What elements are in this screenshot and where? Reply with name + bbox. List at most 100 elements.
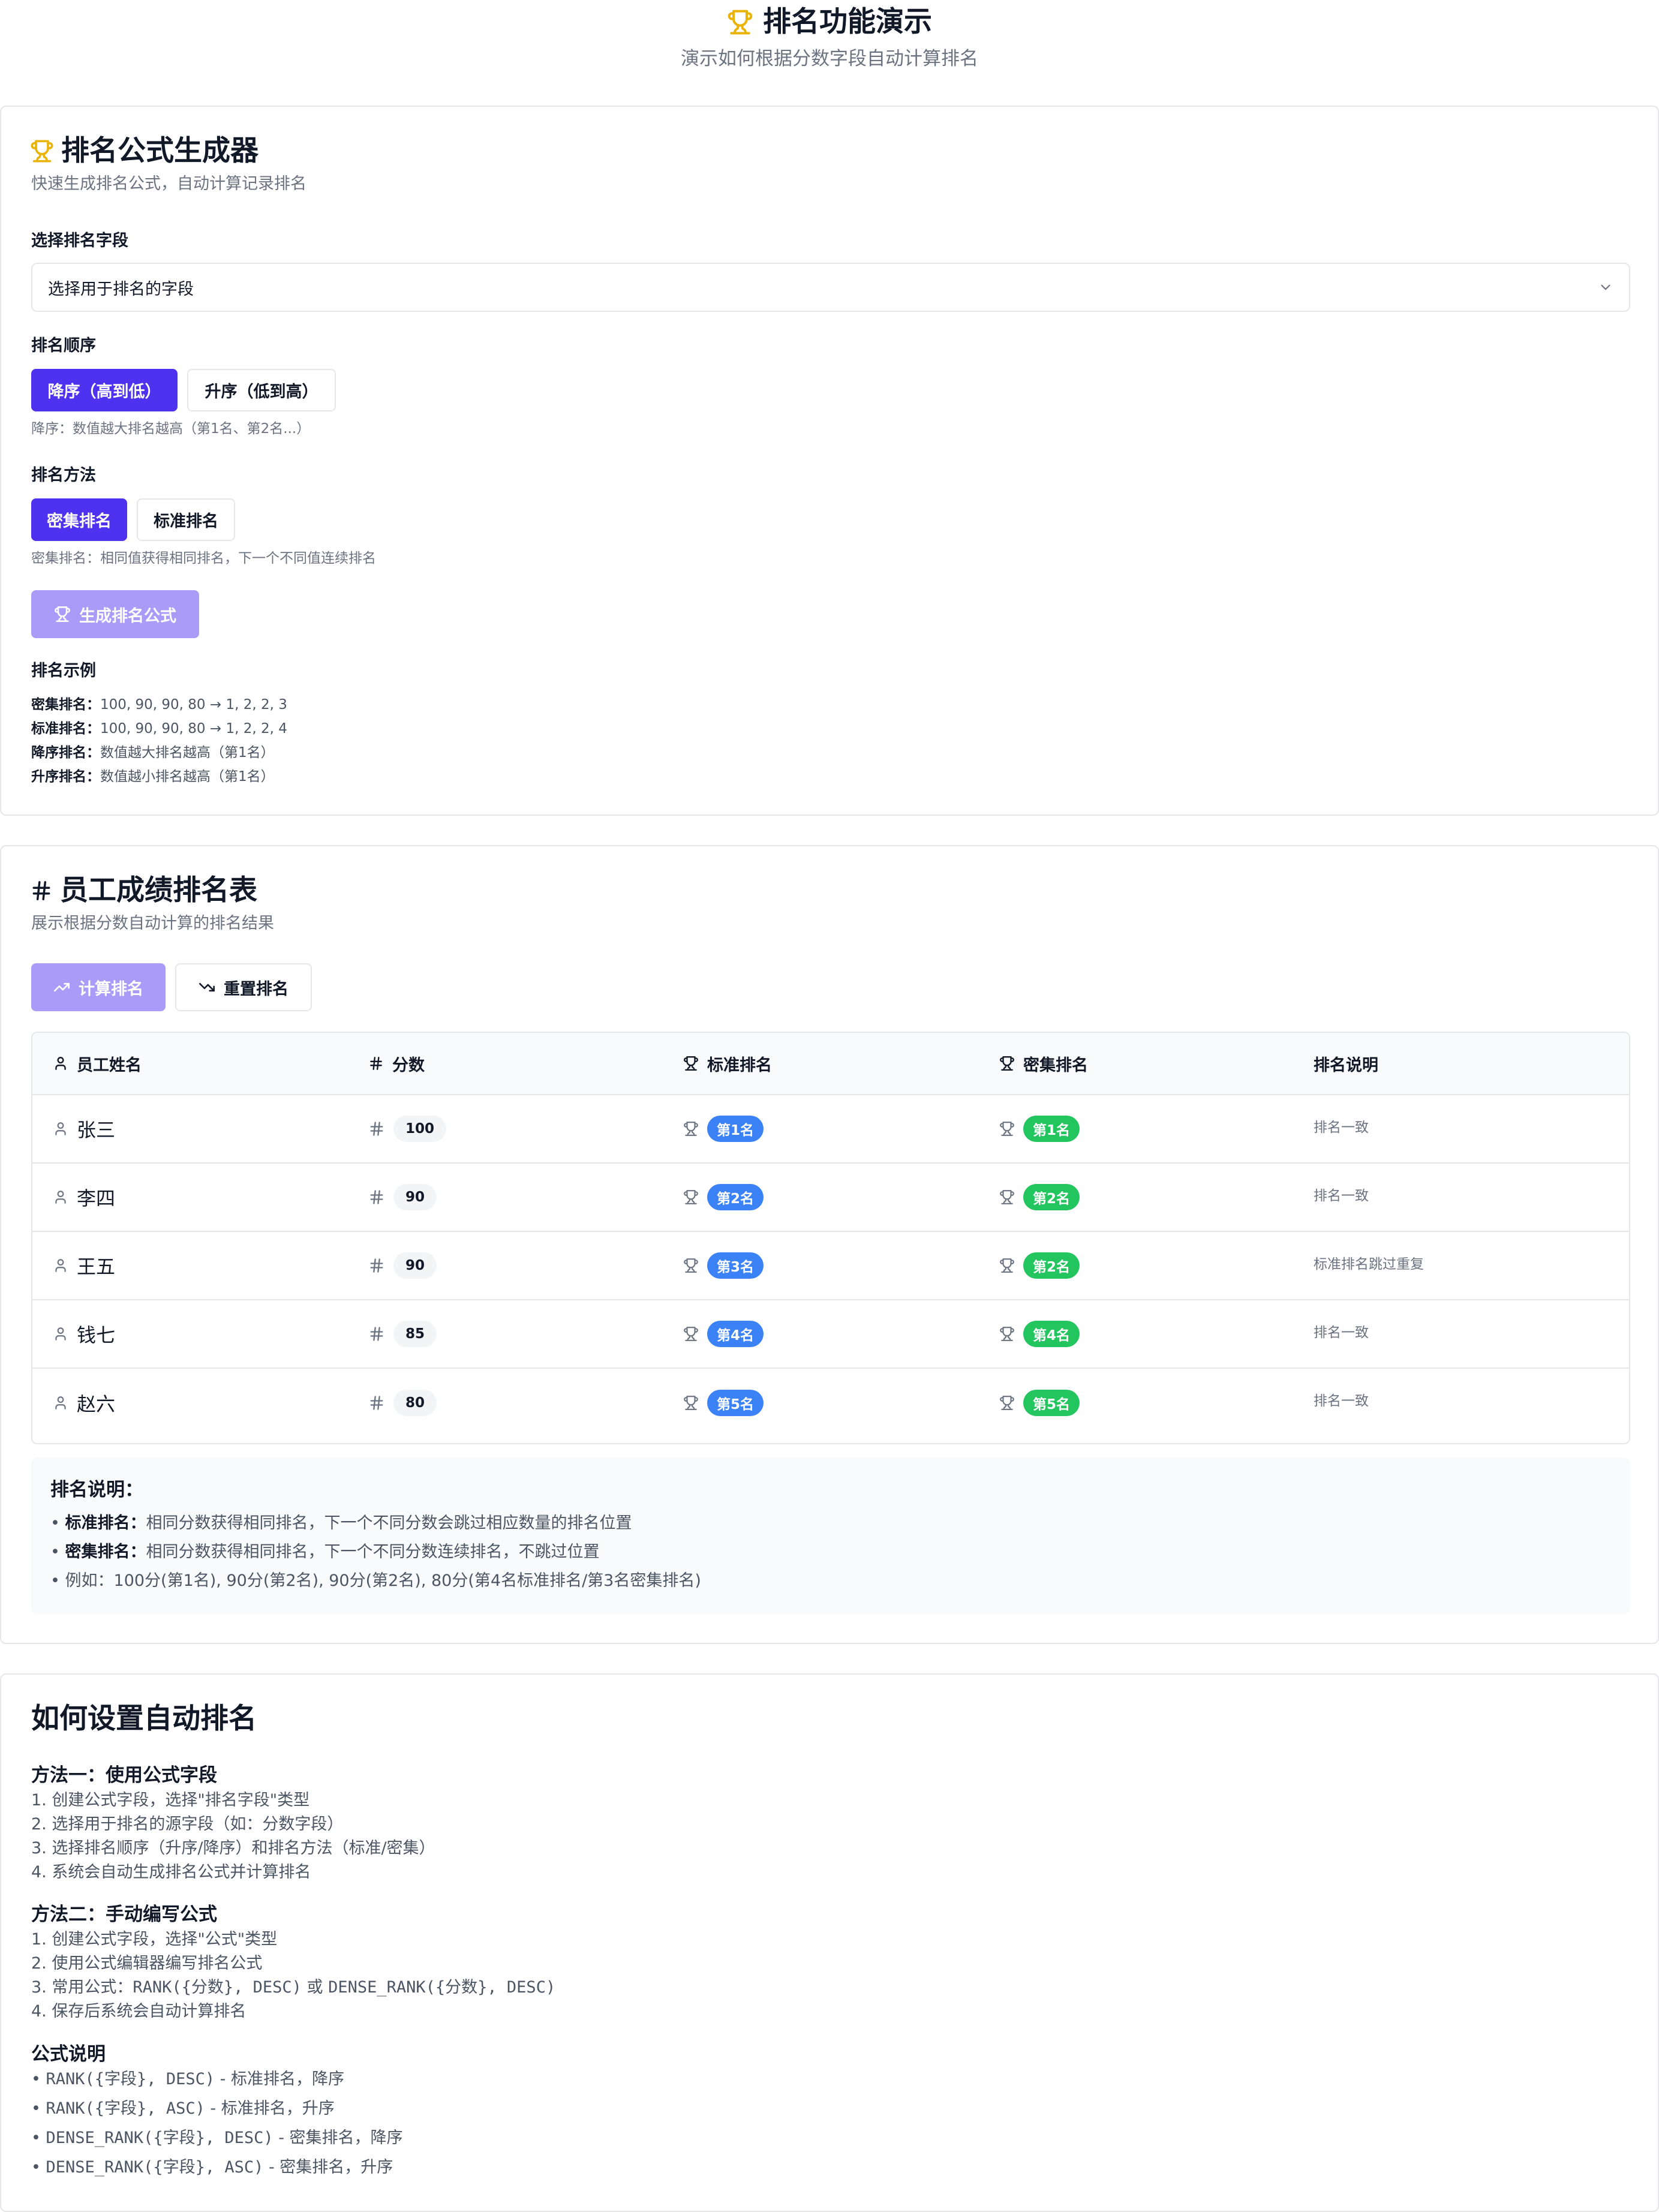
trophy-icon [684, 1190, 698, 1204]
employee-name: 赵六 [77, 1393, 116, 1415]
score-cell: 100 [368, 1095, 447, 1162]
rank-field-select[interactable]: 选择用于排名的字段 [31, 263, 1630, 312]
column-header-standard-rank: 标准排名 [683, 1033, 772, 1094]
score-cell: 90 [368, 1232, 437, 1299]
trophy-icon [1000, 1258, 1014, 1273]
order-desc-button[interactable]: 降序（高到低） [31, 369, 178, 411]
table-row: 赵六 80 第5名 第5名 排名一致 [32, 1369, 1629, 1437]
user-icon [55, 1327, 66, 1341]
trophy-icon [684, 1327, 698, 1341]
reset-rank-button[interactable]: 重置排名 [175, 963, 312, 1011]
trophy-icon [728, 10, 753, 35]
ranking-explanation: 排名说明： • 标准排名：相同分数获得相同排名，下一个不同分数会跳过相应数量的排… [31, 1457, 1630, 1615]
hash-icon [370, 1190, 383, 1204]
order-asc-button[interactable]: 升序（低到高） [187, 369, 336, 411]
formula-code: DENSE_RANK({分数}, DESC) [328, 1978, 556, 1997]
method-dense-button[interactable]: 密集排名 [31, 498, 127, 541]
method1-steps: 1. 创建公式字段，选择"排名字段"类型 2. 选择用于排名的源字段（如：分数字… [31, 1789, 435, 1885]
table-row: 钱七 85 第4名 第4名 排名一致 [32, 1300, 1629, 1369]
table-row: 李四 90 第2名 第2名 排名一致 [32, 1164, 1629, 1232]
page-title: 排名功能演示 [727, 2, 932, 42]
table-row: 王五 90 第3名 第2名 标准排名跳过重复 [32, 1232, 1629, 1300]
chevron-down-icon [1601, 284, 1610, 290]
howto-title: 如何设置自动排名 [31, 1702, 257, 1735]
employee-name: 张三 [77, 1119, 116, 1141]
standard-rank-badge: 第5名 [707, 1390, 764, 1416]
example-key: 密集排名： [31, 697, 100, 713]
dense-rank-cell: 第2名 [999, 1232, 1080, 1299]
dense-rank-cell: 第2名 [999, 1164, 1080, 1231]
user-icon [55, 1057, 66, 1070]
employee-name-cell: 张三 [53, 1095, 115, 1162]
column-header-label: 员工姓名 [77, 1056, 142, 1075]
example-text: 数值越小排名越高（第1名） [100, 769, 275, 785]
dense-rank-badge: 第4名 [1023, 1321, 1080, 1347]
formula-code: DENSE_RANK({字段}, ASC) [46, 2158, 264, 2177]
trophy-icon [55, 606, 70, 622]
column-header-score: 分数 [368, 1033, 425, 1094]
standard-rank-cell: 第5名 [683, 1369, 764, 1437]
employee-name-cell: 王五 [53, 1232, 115, 1299]
score-badge: 90 [393, 1184, 437, 1210]
hash-icon [370, 1396, 383, 1410]
example-item: 标准排名：100, 90, 90, 80 → 1, 2, 2, 4 [31, 717, 287, 741]
example-item: 密集排名：100, 90, 90, 80 → 1, 2, 2, 3 [31, 693, 287, 717]
page-title-text: 排名功能演示 [763, 5, 932, 38]
example-text: 100, 90, 90, 80 → 1, 2, 2, 4 [100, 721, 287, 737]
trophy-icon [684, 1258, 698, 1273]
explanation-text: 相同分数获得相同排名，下一个不同分数连续排名，不跳过位置 [146, 1543, 600, 1561]
method-standard-button[interactable]: 标准排名 [137, 498, 235, 541]
method2-steps: 1. 创建公式字段，选择"公式"类型 2. 使用公式编辑器编写排名公式 3. 常… [31, 1928, 555, 2024]
rank-note: 排名一致 [1314, 1325, 1369, 1341]
example-key: 标准排名： [31, 721, 100, 737]
generator-title-text: 排名公式生成器 [61, 134, 259, 167]
step-item: 3. 常用公式：RANK({分数}, DESC) 或 DENSE_RANK({分… [31, 1976, 555, 2000]
step-item: 3. 选择排名顺序（升序/降序）和排名方法（标准/密集） [31, 1839, 435, 1858]
example-key: 降序排名： [31, 745, 100, 761]
formula-code: RANK({分数}, DESC) [133, 1978, 302, 1997]
formula-desc: - 密集排名，降序 [273, 2129, 403, 2147]
column-header-label: 密集排名 [1023, 1056, 1088, 1075]
column-header-note: 排名说明 [1314, 1033, 1378, 1094]
example-item: 降序排名：数值越大排名越高（第1名） [31, 741, 287, 765]
bullet: • [50, 1543, 65, 1561]
trophy-icon [684, 1396, 698, 1410]
trophy-icon [1000, 1396, 1014, 1410]
employee-name: 钱七 [77, 1324, 116, 1347]
trending-down-icon [199, 982, 215, 992]
examples-list: 密集排名：100, 90, 90, 80 → 1, 2, 2, 3 标准排名：1… [31, 693, 287, 789]
standard-rank-badge: 第3名 [707, 1252, 764, 1279]
trending-up-icon [54, 982, 70, 992]
dense-rank-cell: 第1名 [999, 1095, 1080, 1162]
rank-formula-generator-card: 排名公式生成器 快速生成排名公式，自动计算记录排名 选择排名字段 选择用于排名的… [0, 106, 1659, 816]
hash-icon [370, 1057, 382, 1070]
order-hint: 降序：数值越大排名越高（第1名、第2名...） [31, 421, 311, 437]
trophy-icon [684, 1056, 698, 1071]
column-header-name: 员工姓名 [53, 1033, 142, 1094]
explanation-text: 相同分数获得相同排名，下一个不同分数会跳过相应数量的排名位置 [146, 1514, 632, 1532]
hash-icon [32, 881, 50, 900]
step-item: 2. 使用公式编辑器编写排名公式 [31, 1954, 263, 1973]
rank-field-label: 选择排名字段 [31, 232, 128, 250]
trophy-icon [1000, 1327, 1014, 1341]
step-prefix: 3. 常用公式： [31, 1978, 133, 1997]
howto-card: 如何设置自动排名 方法一：使用公式字段 1. 创建公式字段，选择"排名字段"类型… [0, 1673, 1659, 2212]
formula-list: • RANK({字段}, DESC) - 标准排名，降序 • RANK({字段}… [31, 2064, 403, 2182]
dense-rank-cell: 第4名 [999, 1300, 1080, 1368]
ranking-description: 展示根据分数自动计算的排名结果 [31, 914, 274, 933]
method1-title: 方法一：使用公式字段 [31, 1765, 217, 1786]
rank-method-label: 排名方法 [31, 466, 96, 485]
reset-rank-button-label: 重置排名 [224, 979, 288, 999]
column-header-label: 分数 [392, 1056, 425, 1075]
score-badge: 85 [393, 1321, 437, 1347]
employee-name-cell: 钱七 [53, 1300, 115, 1368]
method-hint: 密集排名：相同值获得相同排名，下一个不同值连续排名 [31, 551, 376, 566]
employee-ranking-card: 员工成绩排名表 展示根据分数自动计算的排名结果 计算排名 重置排名 员工姓名 分… [0, 845, 1659, 1644]
rank-note: 排名一致 [1314, 1393, 1369, 1409]
generate-formula-button[interactable]: 生成排名公式 [31, 590, 199, 638]
table-header: 员工姓名 分数 标准排名 密集排名 排名说明 [32, 1033, 1629, 1095]
formula-title: 公式说明 [31, 2043, 106, 2065]
calculate-rank-button[interactable]: 计算排名 [31, 963, 166, 1011]
trophy-icon [1000, 1122, 1014, 1136]
score-cell: 90 [368, 1164, 437, 1231]
